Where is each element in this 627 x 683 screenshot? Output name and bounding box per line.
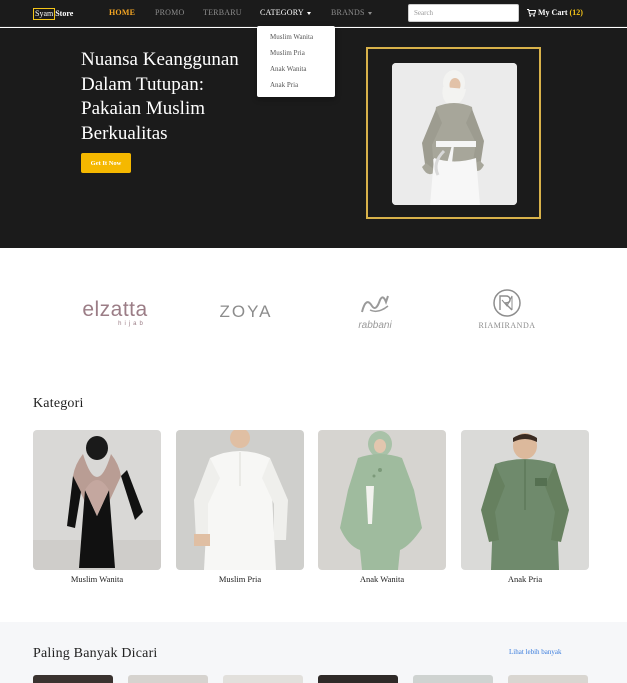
cart-count: (12) [569, 8, 583, 17]
brand-logo-rabbani[interactable]: rabbani [340, 288, 410, 332]
category-label: Muslim Wanita [70, 574, 124, 584]
category-image-muslim-pria [176, 430, 304, 570]
cart-label: My Cart [538, 8, 568, 17]
brand-logo-elzatta[interactable]: elzatta hijab [70, 294, 160, 328]
category-card-muslim-wanita[interactable]: Muslim Wanita [33, 430, 161, 584]
category-dropdown: Muslim Wanita Muslim Pria Anak Wanita An… [257, 26, 335, 97]
brand-logo-rabbani-text: rabbani [358, 320, 392, 331]
category-label: Muslim Pria [218, 574, 262, 584]
nav-category[interactable]: CATEGORY [260, 8, 311, 17]
dropdown-item-muslim-pria[interactable]: Muslim Pria [257, 47, 335, 63]
nav-promo[interactable]: PROMO [155, 8, 184, 17]
cart-button[interactable]: My Cart (12) [527, 8, 583, 17]
kategori-title: Kategori [33, 396, 84, 411]
category-card-anak-pria[interactable]: Anak Pria [461, 430, 589, 584]
nav-home[interactable]: HOME [109, 8, 135, 17]
category-card-muslim-pria[interactable]: Muslim Pria [176, 430, 304, 584]
product-thumb[interactable] [128, 675, 208, 683]
dropdown-item-muslim-wanita[interactable]: Muslim Wanita [257, 31, 335, 47]
nav-terbaru[interactable]: TERBARU [203, 8, 242, 17]
brands-section: elzatta hijab ZOYA rabbani RIAMIRANDA [0, 248, 627, 378]
popular-section: Paling Banyak Dicari Lihat lebih banyak [0, 622, 627, 683]
hero-image [392, 63, 517, 205]
cart-icon [527, 8, 536, 17]
get-it-now-button[interactable]: Get It Now [81, 153, 131, 173]
navbar: Syam Store HOME PROMO TERBARU CATEGORY BR… [0, 0, 627, 27]
see-more-link[interactable]: Lihat lebih banyak [509, 648, 561, 656]
product-thumb[interactable] [318, 675, 398, 683]
search-input[interactable] [408, 4, 519, 22]
brand-logo[interactable]: Syam Store [33, 7, 73, 21]
brand-logo-zoya-text: ZOYA [219, 302, 272, 321]
hero-title: Nuansa Keanggunan Dalam Tutupan: Pakaian… [81, 49, 239, 144]
hero-image-frame [366, 47, 541, 219]
category-image-muslim-wanita [33, 430, 161, 570]
category-image-anak-wanita [318, 430, 446, 570]
brand-logo-riamiranda-text: RIAMIRANDA [479, 321, 536, 330]
brand-logo-riamiranda[interactable]: RIAMIRANDA [472, 286, 542, 332]
product-thumb[interactable] [33, 675, 113, 683]
nav-category-label: CATEGORY [260, 8, 304, 17]
brand-logo-elzatta-text: elzatta [82, 298, 147, 321]
chevron-down-icon [367, 11, 372, 15]
brand-logo-zoya[interactable]: ZOYA [210, 298, 282, 324]
chevron-down-icon [306, 11, 311, 15]
dropdown-item-anak-wanita[interactable]: Anak Wanita [257, 63, 335, 79]
brand-logo-boxed: Syam [33, 8, 56, 20]
nav-brands-label: BRANDS [331, 8, 365, 17]
product-thumb[interactable] [413, 675, 493, 683]
dropdown-item-anak-pria[interactable]: Anak Pria [257, 79, 335, 95]
popular-title: Paling Banyak Dicari [33, 646, 158, 661]
brand-logo-elzatta-sub: hijab [118, 321, 146, 327]
nav-brands[interactable]: BRANDS [331, 8, 372, 17]
category-label: Anak Wanita [359, 574, 405, 584]
brand-logo-rest: Store [55, 9, 74, 18]
product-thumb[interactable] [508, 675, 588, 683]
category-image-anak-pria [461, 430, 589, 570]
category-card-anak-wanita[interactable]: Anak Wanita [318, 430, 446, 584]
category-label: Anak Pria [507, 574, 543, 584]
product-thumb[interactable] [223, 675, 303, 683]
